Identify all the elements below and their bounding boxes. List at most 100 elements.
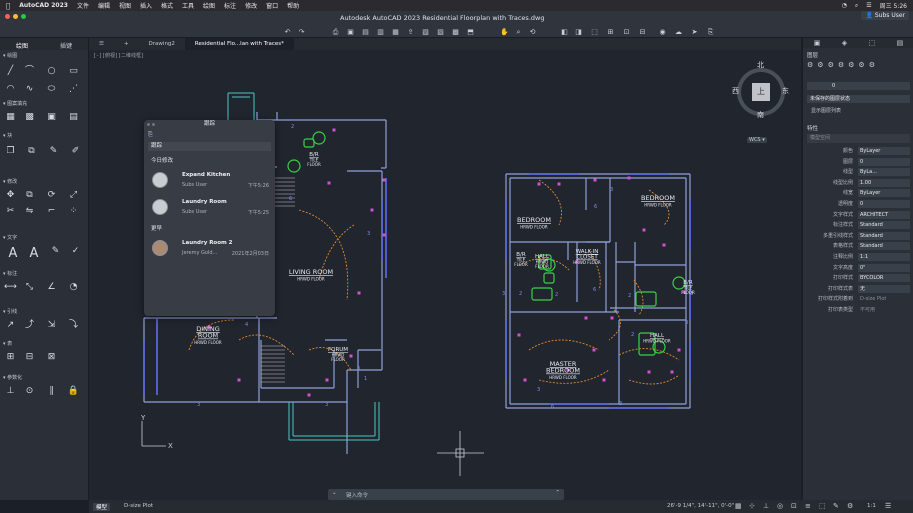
minimize-window-icon[interactable] [13,14,18,19]
property-value[interactable]: D-size Plot [858,295,910,303]
section-draw[interactable]: 绘图 [0,52,88,59]
tab-annotate[interactable]: 插键 [44,39,88,50]
radius-dim-icon[interactable]: ◔ [66,280,81,294]
command-input[interactable]: 键入命令 [346,491,368,499]
property-value[interactable]: 0" [858,263,910,272]
property-row[interactable]: 注释比例 1:1 [803,253,913,263]
property-row[interactable]: 文字高度 0" [803,263,913,274]
property-value[interactable]: 0 [858,200,910,208]
print-icon[interactable]: ⎙ [331,28,340,36]
property-value[interactable]: 不可用 [858,306,910,314]
ucs-menu[interactable]: WCS ▾ [747,137,767,143]
search-icon[interactable]: ⌕ [855,2,858,10]
section-hatch[interactable]: 图案填充 [0,100,88,107]
property-row[interactable]: 图层 0 [803,157,913,168]
trace-item[interactable]: Laundry Room Subs User 下午5:25 [144,195,275,219]
trace-item[interactable]: Laundry Room 2 Jeremy Gold... 2021年2月03日 [144,236,275,260]
osnap-icon[interactable]: ⊡ [791,502,797,510]
hatch-icon[interactable]: ▦ [3,110,18,124]
parallel-icon[interactable]: ∥ [44,384,59,398]
layer-icon[interactable]: ◧ [560,28,569,36]
boundary-icon[interactable]: ▣ [44,110,59,124]
tab-model[interactable]: 模型 [93,503,111,511]
array-icon[interactable]: ⁘ [66,204,81,218]
app-menu[interactable]: AutoCAD 2023 [19,2,68,9]
lock-icon[interactable]: 🔒 [66,384,81,398]
ucs-icon[interactable]: ⊡ [622,28,631,36]
property-value[interactable]: Standard [858,221,910,230]
polyline-icon[interactable]: ⌒ [22,64,37,78]
property-row[interactable]: 多重引线样式 Standard [803,231,913,242]
viewport-icon[interactable]: ⊟ [638,28,647,36]
property-value[interactable]: ByLayer [858,147,910,155]
insert-block-icon[interactable]: ❐ [3,144,18,158]
viewcube-east[interactable]: 东 [782,86,789,96]
viewcube-top[interactable]: 上 [752,83,770,101]
viewcube-north[interactable]: 北 [757,60,764,70]
rotate-icon[interactable]: ⟳ [44,188,59,202]
leader-icon[interactable]: ↗ [3,318,18,332]
snap-icon[interactable]: ⊹ [749,502,755,510]
menu-insert[interactable]: 插入 [140,1,152,10]
section-modify[interactable]: 修改 [0,178,88,185]
save-icon[interactable]: ▥ [376,28,385,36]
property-value[interactable]: ByLayer [858,189,910,198]
property-row[interactable]: 文字样式 ARCHITECT [803,210,913,221]
layer-tool-icon[interactable]: ⚙ [817,61,823,70]
pan-icon[interactable]: ✋ [500,28,509,36]
viewcube[interactable]: 上 北 南 西 东 WCS ▾ [732,60,791,150]
property-value[interactable]: BYCOLOR [858,274,910,283]
palette-controls[interactable] [147,123,155,126]
wifi-icon[interactable]: ◔ [842,2,847,9]
copy-icon[interactable]: ⧉ [22,188,37,202]
property-row[interactable]: 表格样式 Standard [803,242,913,252]
menu-edit[interactable]: 编辑 [98,1,110,10]
property-value[interactable]: 1:1 [858,253,910,261]
spline-icon[interactable]: ∿ [22,82,37,96]
property-row[interactable]: 颜色 ByLayer [803,147,913,157]
layer-tool-icon[interactable]: ⚙ [848,61,854,70]
property-row[interactable]: 打印样式 BYCOLOR [803,274,913,284]
layer-tool-icon[interactable]: ⚙ [869,61,875,70]
ortho-icon[interactable]: ⊥ [763,502,769,510]
line-icon[interactable]: ╱ [3,64,18,78]
calc-icon[interactable]: ⊞ [606,28,615,36]
mtext-icon[interactable]: A [3,244,23,264]
grid-icon[interactable]: ▦ [735,502,742,510]
circle-icon[interactable]: ○ [44,64,59,78]
table-edit-icon[interactable]: ⊟ [22,350,37,364]
attribute-icon[interactable]: ✐ [68,144,83,158]
customize-icon[interactable]: ☰ [885,502,891,510]
plot-icon[interactable]: ▧ [421,28,430,36]
scale-icon[interactable]: ⤢ [66,188,81,202]
section-block[interactable]: 块 [0,132,88,139]
property-value[interactable]: 0 [858,157,910,166]
workspace-icon[interactable]: ⚙ [847,502,853,510]
control-center-icon[interactable]: ☰ [866,2,871,9]
property-row[interactable]: 线宽 ByLayer [803,189,913,199]
rectangle-icon[interactable]: ▭ [66,64,81,78]
command-menu-icon[interactable]: ⌄ [332,490,337,496]
menu-view[interactable]: 视图 [119,1,131,10]
user-account[interactable]: 👤 Subs User [861,11,909,20]
tab-draw[interactable]: 绘图 [0,39,44,50]
collapse-palette-icon[interactable] [152,123,155,126]
annotation-icon[interactable]: ✎ [833,502,839,510]
menu-format[interactable]: 格式 [161,1,173,10]
annotation-scale[interactable]: 1:1 [867,503,876,509]
aligned-dim-icon[interactable]: ⤡ [22,280,37,294]
open-icon[interactable]: ▤ [361,28,370,36]
close-window-icon[interactable] [5,14,10,19]
menu-dimension[interactable]: 标注 [224,1,236,10]
ellipse-icon[interactable]: ⬭ [44,82,59,96]
trace-icon[interactable]: ⎘ [706,28,715,36]
table-icon[interactable]: ⊞ [3,350,18,364]
tab-menu-icon[interactable]: ☰ [89,38,114,50]
export-icon[interactable]: ⬒ [466,28,475,36]
edit-block-icon[interactable]: ✎ [46,144,61,158]
selection-icon[interactable]: ⬚ [819,502,826,510]
new-tab-icon[interactable]: + [114,38,139,50]
menu-window[interactable]: 窗口 [266,1,278,10]
section-table[interactable]: 表 [0,340,88,347]
layer-dropdown[interactable]: 0 [807,82,910,90]
